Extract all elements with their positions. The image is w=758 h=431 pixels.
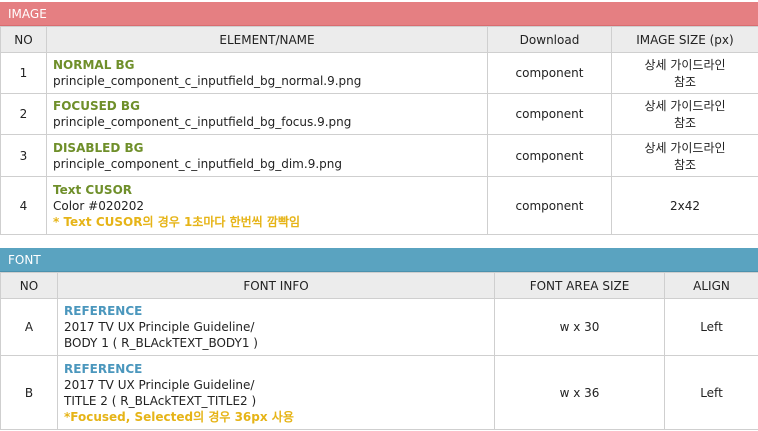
image-table: NO ELEMENT/NAME Download IMAGE SIZE (px)… — [0, 26, 758, 235]
header-image-size: IMAGE SIZE (px) — [611, 26, 758, 53]
font-info-line: 2017 TV UX Principle Guideline/ — [64, 377, 255, 392]
row-no: 3 — [0, 134, 47, 177]
download-link[interactable]: component — [487, 93, 612, 135]
download-link[interactable]: component — [487, 134, 612, 177]
row-no: 4 — [0, 176, 47, 235]
header-font-info: FONT INFO — [57, 272, 495, 299]
image-section-title: IMAGE — [0, 2, 758, 26]
font-area-size: w x 36 — [494, 355, 665, 430]
header-no: NO — [0, 26, 47, 53]
element-file: principle_component_c_inputfield_bg_dim.… — [53, 156, 342, 171]
row-element: FOCUSED BG principle_component_c_inputfi… — [46, 93, 488, 135]
table-row: 1 NORMAL BG principle_component_c_inputf… — [0, 52, 758, 94]
row-no: 1 — [0, 52, 47, 94]
font-area-size: w x 30 — [494, 298, 665, 356]
image-size: 2x42 — [611, 176, 758, 235]
font-align: Left — [664, 298, 758, 356]
element-name: DISABLED BG — [53, 140, 144, 155]
header-font-area-size: FONT AREA SIZE — [494, 272, 665, 299]
element-file: principle_component_c_inputfield_bg_focu… — [53, 115, 352, 129]
table-row: A REFERENCE 2017 TV UX Principle Guideli… — [0, 298, 758, 356]
size-line: 참조 — [673, 75, 697, 89]
header-download: Download — [487, 26, 612, 53]
font-align: Left — [664, 355, 758, 430]
size-line: 상세 가이드라인 — [644, 58, 726, 72]
header-no: NO — [0, 272, 58, 299]
image-section: IMAGE NO ELEMENT/NAME Download IMAGE SIZ… — [0, 2, 758, 235]
size-line: 참조 — [673, 157, 697, 172]
row-element: NORMAL BG principle_component_c_inputfie… — [46, 52, 488, 94]
size-line: 상세 가이드라인 — [644, 140, 726, 155]
table-row: 4 Text CUSOR Color #020202 * Text CUSOR의… — [0, 176, 758, 235]
download-link[interactable]: component — [487, 176, 612, 235]
font-info-line: 2017 TV UX Principle Guideline/ — [64, 320, 255, 334]
table-row: 2 FOCUSED BG principle_component_c_input… — [0, 93, 758, 135]
element-name: Text CUSOR — [53, 182, 133, 197]
font-info-note: *Focused, Selected의 경우 36px 사용 — [64, 409, 294, 424]
header-align: ALIGN — [664, 272, 758, 299]
size-line: 상세 가이드라인 — [644, 99, 726, 113]
header-element: ELEMENT/NAME — [46, 26, 488, 53]
font-section: FONT NO FONT INFO FONT AREA SIZE ALIGN A… — [0, 248, 758, 430]
table-row: B REFERENCE 2017 TV UX Principle Guideli… — [0, 355, 758, 430]
row-no: 2 — [0, 93, 47, 135]
font-info: REFERENCE 2017 TV UX Principle Guideline… — [57, 298, 495, 356]
table-row: 3 DISABLED BG principle_component_c_inpu… — [0, 134, 758, 177]
download-link[interactable]: component — [487, 52, 612, 94]
font-info-line: TITLE 2 ( R_BLAckTEXT_TITLE2 ) — [64, 393, 257, 408]
element-file: principle_component_c_inputfield_bg_norm… — [53, 74, 362, 88]
image-size: 상세 가이드라인 참조 — [611, 134, 758, 177]
font-table: NO FONT INFO FONT AREA SIZE ALIGN A REFE… — [0, 272, 758, 430]
element-name: NORMAL BG — [53, 58, 135, 72]
reference-label: REFERENCE — [64, 304, 143, 318]
row-no: B — [0, 355, 58, 430]
reference-label: REFERENCE — [64, 361, 143, 376]
font-table-header: NO FONT INFO FONT AREA SIZE ALIGN — [0, 272, 758, 299]
element-name: FOCUSED BG — [53, 99, 140, 113]
font-info: REFERENCE 2017 TV UX Principle Guideline… — [57, 355, 495, 430]
font-section-title: FONT — [0, 248, 758, 272]
row-element: Text CUSOR Color #020202 * Text CUSOR의 경… — [46, 176, 488, 235]
row-no: A — [0, 298, 58, 356]
image-size: 상세 가이드라인 참조 — [611, 52, 758, 94]
element-file: Color #020202 — [53, 198, 145, 213]
font-info-line: BODY 1 ( R_BLAckTEXT_BODY1 ) — [64, 336, 258, 350]
row-element: DISABLED BG principle_component_c_inputf… — [46, 134, 488, 177]
image-table-header: NO ELEMENT/NAME Download IMAGE SIZE (px) — [0, 26, 758, 53]
element-note: * Text CUSOR의 경우 1초마다 한번씩 깜빡임 — [53, 214, 301, 229]
image-size: 상세 가이드라인 참조 — [611, 93, 758, 135]
size-line: 참조 — [673, 116, 697, 130]
